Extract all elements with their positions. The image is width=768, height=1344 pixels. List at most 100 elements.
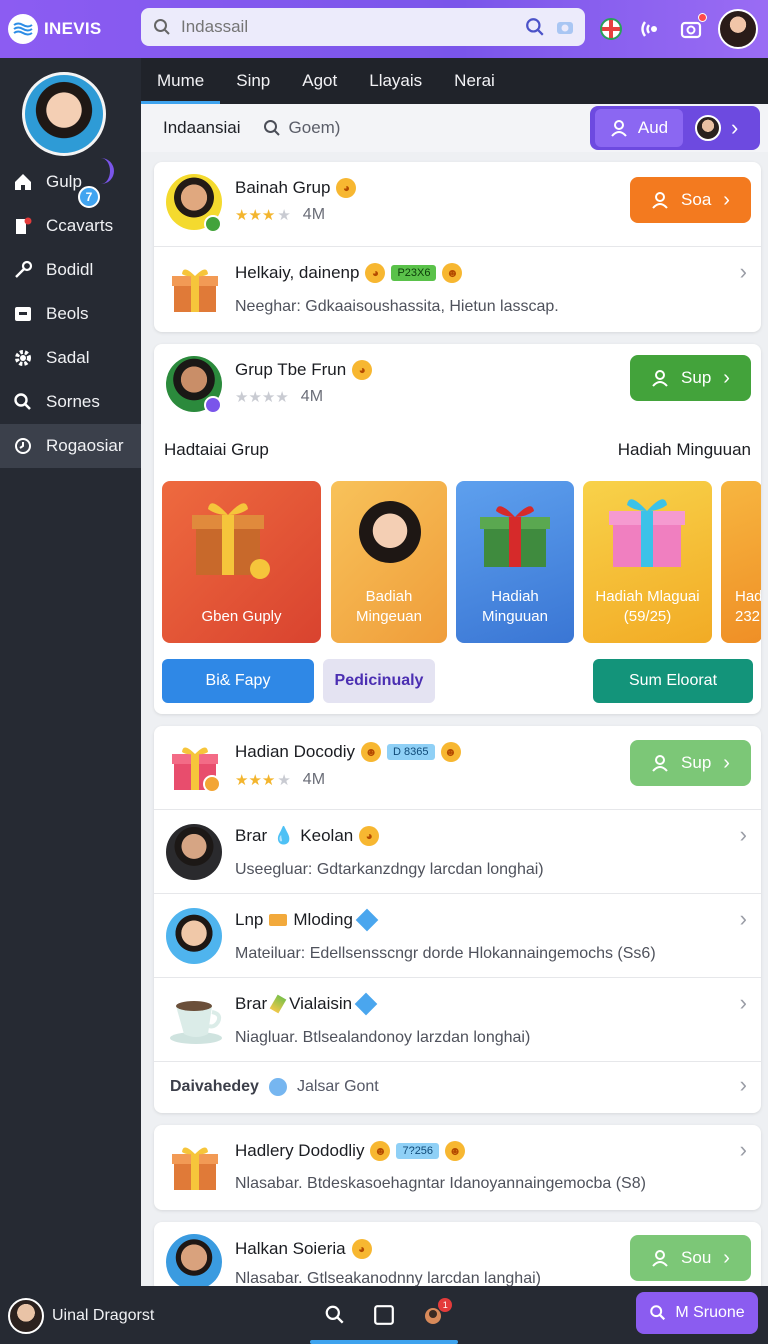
list-item[interactable]: Bainah Grup ◕ ★★★ ★ 4M Soa › [154, 162, 761, 247]
box-icon [0, 304, 46, 324]
user-icon [611, 120, 627, 137]
sidebar-item-ccavarts[interactable]: Ccavarts [0, 204, 141, 248]
buy-button[interactable]: Bi& Fapy [162, 659, 314, 703]
broadcast-icon[interactable] [638, 16, 664, 42]
group-card-dododliy: Hadlery Dododliy ☻ 7?256 ☻ Nlasabar. Btdesk… [154, 1125, 761, 1210]
search-bar[interactable] [141, 8, 585, 46]
camera-notify-icon[interactable] [678, 13, 707, 42]
emoji-icon: ◕ [351, 1239, 372, 1259]
list-footer[interactable]: Daivahedey Jalsar Gont › [154, 1062, 761, 1113]
tile-label: Gben Guply [201, 608, 282, 625]
list-item[interactable]: Brar Vialaisin Niagluar. Btlsealandonoy l… [154, 978, 761, 1062]
reward-tile[interactable]: Gben Guply [162, 481, 321, 643]
flag-icon[interactable] [598, 16, 624, 42]
footer-content: Daivahedey Jalsar Gont [170, 1078, 379, 1096]
bottom-user[interactable]: Uinal Dragorst [8, 1298, 154, 1334]
home-icon [0, 172, 46, 192]
reward-tile[interactable]: Badiah Mingeuan [331, 481, 447, 643]
teacup-icon [168, 992, 222, 1046]
list-item[interactable]: Hadian Docodiy ☻ D 8365 ☻ ★★★ ★ 4M Sup › [154, 726, 761, 810]
tab-nerai[interactable]: Nerai [438, 58, 511, 104]
app-logo[interactable]: INEVIS [8, 14, 136, 44]
list-item[interactable]: Brar 💧 Keolan ◕ Useegluar: Gdtarkanzdngy la… [154, 810, 761, 894]
reward-tile[interactable]: Had 232 [721, 481, 761, 643]
reward-tile[interactable]: Hadiah Minguuan [456, 481, 574, 643]
chevron-right-icon[interactable]: › [740, 259, 747, 285]
camera-icon[interactable] [555, 17, 575, 37]
soa-button[interactable]: Soa › [630, 177, 751, 223]
group-card-soieria: Halkan Soieria ◕ Nlasabar. Gtlseakanodnny… [154, 1222, 761, 1292]
chevron-right-icon[interactable]: › [740, 1072, 747, 1098]
list-item[interactable]: Helkaiy, dainenp ◕ P23X6 ☻ Neeghar: Gdkaais… [154, 247, 761, 332]
row-title: Halkan Soieria ◕ [235, 1239, 372, 1259]
tab-bar: Mume Sinp Agot Llayais Nerai [141, 58, 768, 104]
tile-label: Hadiah Mlaguai (59/25) [595, 588, 700, 625]
m-sruone-button[interactable]: M Sruone [636, 1292, 758, 1334]
avatar [166, 908, 222, 964]
sum-eloorat-button[interactable]: Sum Eloorat [593, 659, 753, 703]
pencil-icon [269, 994, 287, 1014]
sidebar-item-label: Beols [46, 304, 89, 323]
sidebar-item-beols[interactable]: Beols [0, 292, 141, 336]
chevron-right-icon[interactable]: › [740, 1137, 747, 1163]
sidebar-item-label: Ccavarts [46, 216, 114, 235]
row-subtitle: Niagluar. Btlsealandonoy larzdan longhai… [235, 1029, 531, 1046]
sup-button[interactable]: Sup › [630, 355, 751, 401]
chevron-right-icon[interactable]: › [740, 906, 747, 932]
action-buttons: Bi& Fapy Pedicinualy Sum Eloorat [154, 659, 761, 709]
reward-tile[interactable]: Hadiah Mlaguai (59/25) [583, 481, 712, 643]
gift-icon [609, 499, 685, 567]
sidebar-item-gulp[interactable]: Gulp [0, 160, 141, 204]
section-title-right[interactable]: Hadiah Minguuan [618, 440, 751, 460]
tab-sinp[interactable]: Sinp [220, 58, 286, 104]
breadcrumb[interactable]: Indaansiai [163, 118, 241, 138]
user-icon [652, 755, 668, 772]
bottom-bar: Uinal Dragorst 1 M Sruone [0, 1286, 768, 1344]
search-input[interactable] [181, 17, 501, 37]
user-icon [652, 1250, 668, 1267]
tag-badge: D 8365 [387, 744, 435, 760]
personal-button[interactable]: Pedicinualy [323, 659, 435, 703]
search-submit-icon[interactable] [525, 17, 545, 37]
level-badge [204, 396, 222, 414]
profile-avatar[interactable] [22, 72, 106, 156]
aud-label: Aud [637, 118, 669, 137]
gear-icon [0, 348, 46, 368]
rating-stars: ★★★★4M [235, 388, 324, 406]
chevron-right-icon: › [723, 188, 730, 211]
square-icon[interactable] [373, 1304, 395, 1326]
tab-mume[interactable]: Mume [141, 58, 221, 104]
chevron-right-icon[interactable]: › [740, 822, 747, 848]
sidebar-item-sornes[interactable]: Sornes [0, 380, 141, 424]
footer-bold-label: Daivahedey [170, 1078, 259, 1095]
lion-emoji-icon: ☻ [442, 263, 463, 283]
row-title: Helkaiy, dainenp ◕ P23X6 ☻ [235, 263, 463, 283]
subheader-search[interactable]: Goem) [263, 118, 340, 138]
aud-group: Aud › [590, 106, 760, 150]
group-card-list: Hadian Docodiy ☻ D 8365 ☻ ★★★ ★ 4M Sup › Brar 💧… [154, 726, 761, 1113]
gift-icon [168, 262, 222, 316]
row-title: Bainah Grup ◕ [235, 178, 357, 198]
doc-pen-icon [0, 216, 46, 236]
tab-agot[interactable]: Agot [286, 58, 353, 104]
chevron-right-icon[interactable]: › [740, 990, 747, 1016]
sidebar-item-label: Bodidl [46, 260, 94, 279]
sou-button[interactable]: Sou › [630, 1235, 751, 1281]
list-item[interactable]: Lnp Mloding Mateiluar: Edellsensscngr dor… [154, 894, 761, 978]
search-icon[interactable] [324, 1304, 346, 1326]
notification-icon[interactable]: 1 [422, 1298, 453, 1326]
row-title: Grup Tbe Frun ◕ [235, 360, 373, 380]
sidebar-item-sadal[interactable]: Sadal [0, 336, 141, 380]
lion-emoji-icon: ☻ [445, 1141, 466, 1161]
sidebar-item-rogaosiar[interactable]: Rogaosiar [0, 424, 141, 468]
button-label: Sou [681, 1248, 712, 1267]
sup-button[interactable]: Sup › [630, 740, 751, 786]
tab-llayais[interactable]: Llayais [353, 58, 438, 104]
tile-label: Had 232 [735, 588, 761, 625]
chevron-right-icon[interactable]: › [731, 115, 738, 141]
sidebar-item-bodidl[interactable]: Bodidl [0, 248, 141, 292]
avatar[interactable] [695, 115, 721, 141]
user-avatar[interactable] [718, 9, 758, 49]
aud-button[interactable]: Aud [595, 109, 683, 147]
bottom-nav: 1 [310, 1286, 458, 1344]
